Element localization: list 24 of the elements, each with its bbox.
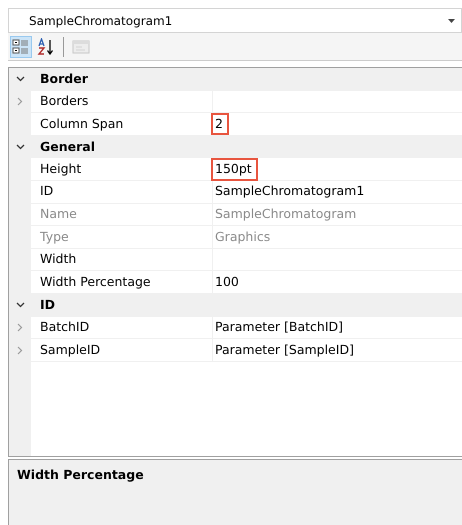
property-value[interactable]: Parameter [BatchID] [211,316,350,339]
chevron-right-icon[interactable] [17,97,23,106]
property-name[interactable]: Width [31,248,213,272]
property-value[interactable]: Parameter [SampleID] [211,338,360,362]
chevron-down-icon[interactable] [16,144,24,150]
property-name[interactable]: Height [31,158,213,181]
property-name[interactable]: SampleID [31,339,213,362]
category-header[interactable]: General [31,136,462,158]
chevron-down-icon[interactable] [16,302,24,308]
property-value[interactable]: 150pt [211,158,258,181]
property-name[interactable]: ID [31,180,213,204]
categorized-view-button[interactable] [10,36,32,58]
category-header[interactable]: Border [31,68,462,91]
chevron-right-icon[interactable] [17,346,23,355]
dropdown-arrow-icon [448,18,455,22]
category-header[interactable]: ID [31,294,462,317]
property-value[interactable]: SampleChromatogram1 [211,180,370,204]
property-name[interactable]: Borders [31,90,213,114]
chevron-down-icon[interactable] [16,76,24,82]
description-title: Width Percentage [8,459,462,525]
property-name[interactable]: BatchID [31,316,213,340]
object-selector[interactable]: SampleChromatogram1 [8,8,462,33]
property-value[interactable]: 100 [211,270,245,294]
chevron-right-icon[interactable] [17,323,23,332]
